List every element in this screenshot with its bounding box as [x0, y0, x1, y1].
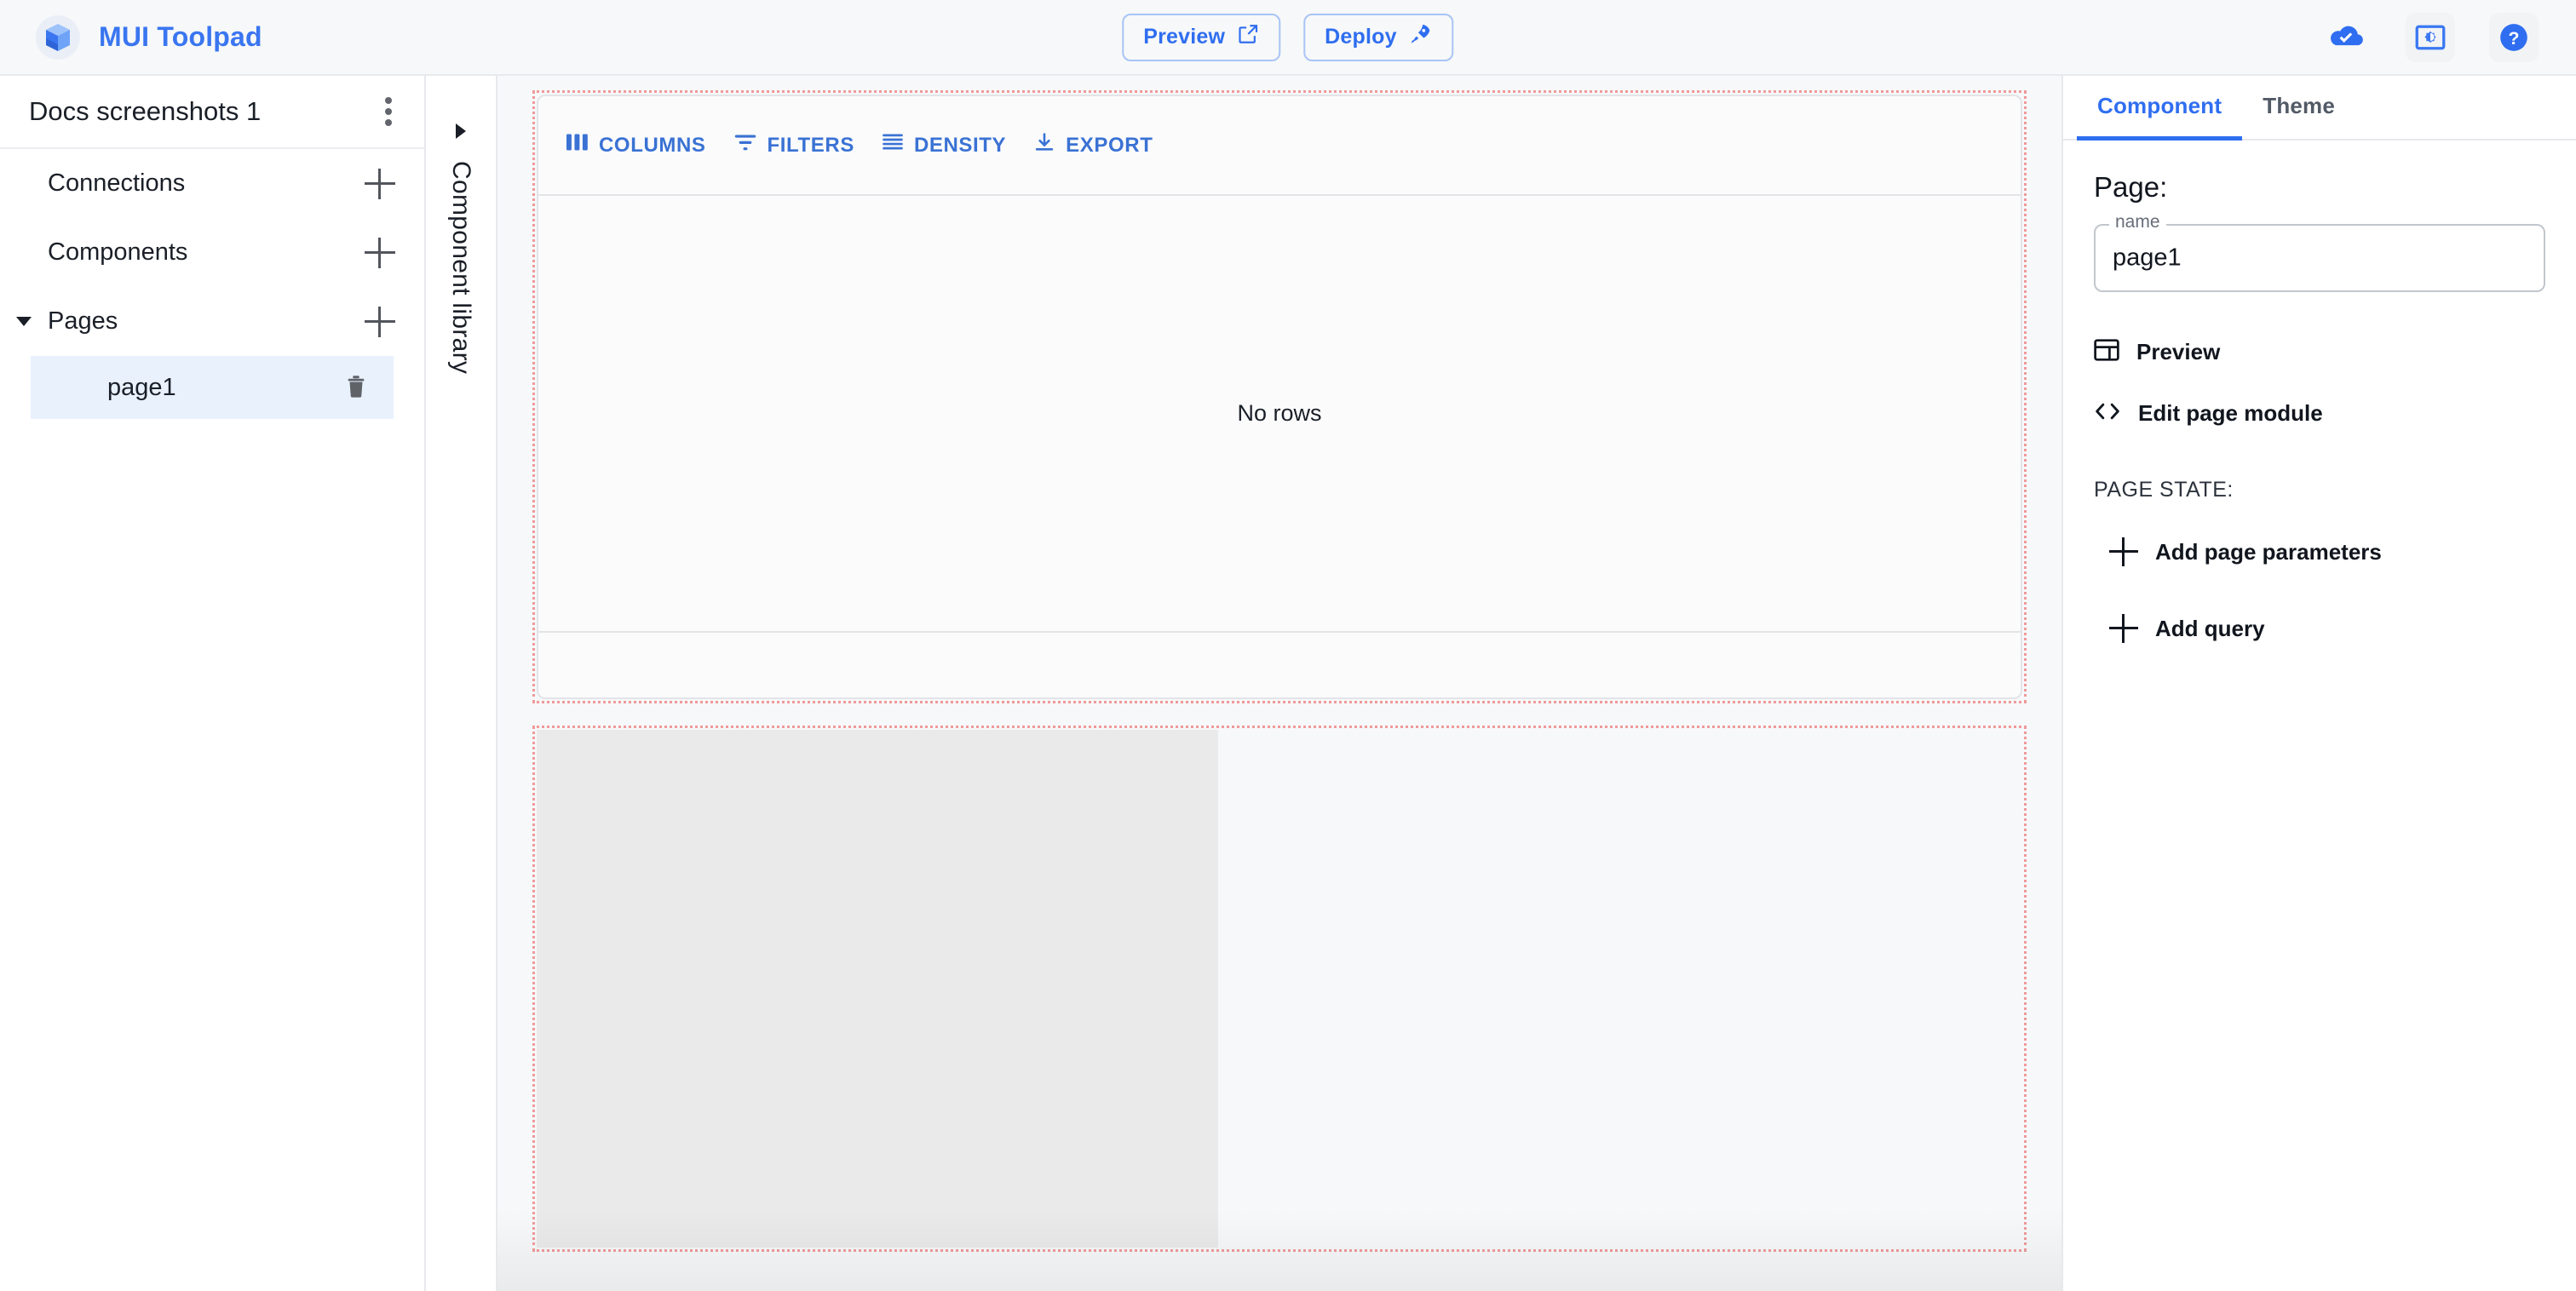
- datagrid-node[interactable]: COLUMNS FILTERS DENSITY EXPORT No rows: [532, 90, 2027, 703]
- rocket-icon: [1409, 22, 1433, 52]
- export-button[interactable]: EXPORT: [1025, 125, 1161, 165]
- sidebar-item-components[interactable]: Components: [0, 218, 424, 287]
- plus-icon: [2109, 537, 2138, 566]
- filters-button-label: FILTERS: [767, 133, 854, 157]
- layout-row: [537, 730, 2022, 1248]
- sidebar-item-label: Pages: [48, 307, 118, 335]
- header-actions: Preview Deploy: [1122, 13, 1454, 61]
- more-vertical-icon[interactable]: [378, 90, 399, 133]
- datagrid-toolbar: COLUMNS FILTERS DENSITY EXPORT: [538, 96, 2021, 196]
- datagrid-empty-message: No rows: [1237, 400, 1322, 426]
- canvas-content: COLUMNS FILTERS DENSITY EXPORT No rows: [497, 76, 2061, 1252]
- header-status-icons: ?: [2322, 12, 2539, 62]
- export-button-label: EXPORT: [1066, 133, 1153, 157]
- density-icon: [882, 133, 904, 158]
- code-brackets-icon: [2094, 400, 2121, 427]
- app-name: Docs screenshots 1: [29, 96, 262, 126]
- preview-button-label: Preview: [1143, 25, 1226, 49]
- add-query-label: Add query: [2155, 615, 2265, 641]
- toolpad-logo-icon: [36, 14, 80, 60]
- caret-right-icon[interactable]: [456, 123, 466, 139]
- add-query-action[interactable]: Add query: [2094, 598, 2545, 659]
- page-name-legend: name: [2109, 212, 2166, 232]
- sidebar-item-connections[interactable]: Connections: [0, 149, 424, 218]
- layout-row-node[interactable]: [532, 726, 2027, 1252]
- help-circle-icon[interactable]: ?: [2489, 12, 2539, 62]
- add-page-parameters-label: Add page parameters: [2155, 538, 2382, 565]
- sidebar-item-label: Connections: [48, 169, 186, 197]
- edit-page-module-label: Edit page module: [2138, 399, 2323, 426]
- page-canvas: COLUMNS FILTERS DENSITY EXPORT No rows: [497, 76, 2061, 1291]
- datagrid-body: No rows: [538, 196, 2021, 633]
- app-header: MUI Toolpad Preview Deploy ?: [0, 0, 2576, 76]
- settings-brightness-icon[interactable]: [2406, 12, 2455, 62]
- component-library-rail[interactable]: Component library: [426, 76, 497, 1291]
- datagrid-footer: [538, 633, 2021, 697]
- editor-body: Docs screenshots 1 Connections Component…: [0, 76, 2576, 1291]
- data-grid[interactable]: COLUMNS FILTERS DENSITY EXPORT No rows: [537, 95, 2022, 699]
- add-page-parameters-action[interactable]: Add page parameters: [2094, 521, 2545, 582]
- inspector-body: Page: name page1 Preview Edit page modul…: [2063, 141, 2576, 659]
- preview-button[interactable]: Preview: [1122, 13, 1281, 61]
- trash-icon[interactable]: [344, 373, 368, 403]
- density-button-label: DENSITY: [913, 133, 1007, 157]
- filter-icon: [733, 133, 757, 158]
- open-in-new-icon: [1237, 23, 1259, 51]
- page-state-label: PAGE STATE:: [2094, 478, 2234, 502]
- add-connection-button[interactable]: [361, 165, 399, 203]
- caret-down-icon[interactable]: [0, 317, 48, 326]
- tab-theme[interactable]: Theme: [2242, 76, 2355, 141]
- columns-icon: [566, 133, 589, 158]
- toolpad-editor: MUI Toolpad Preview Deploy ? Docs screen…: [0, 0, 2576, 1291]
- preview-page-action[interactable]: Preview: [2094, 321, 2545, 382]
- left-sidebar: Docs screenshots 1 Connections Component…: [0, 76, 426, 1291]
- add-page-button[interactable]: [361, 303, 399, 341]
- deploy-button-label: Deploy: [1325, 25, 1397, 49]
- svg-text:?: ?: [2508, 28, 2519, 49]
- web-asset-icon: [2094, 338, 2119, 365]
- edit-page-module-action[interactable]: Edit page module: [2094, 382, 2545, 444]
- columns-button[interactable]: COLUMNS: [558, 126, 715, 164]
- density-button[interactable]: DENSITY: [873, 126, 1015, 164]
- preview-page-label: Preview: [2136, 338, 2221, 364]
- page-name-value[interactable]: page1: [2113, 244, 2182, 273]
- add-component-button[interactable]: [361, 234, 399, 272]
- filters-button[interactable]: FILTERS: [725, 126, 863, 164]
- plus-icon: [2109, 614, 2138, 643]
- page-title: Page:: [2094, 171, 2168, 203]
- sidebar-item-pages[interactable]: Pages: [0, 287, 424, 356]
- placeholder-block-right[interactable]: [1218, 730, 2022, 1248]
- cloud-done-icon[interactable]: [2322, 13, 2372, 62]
- brand[interactable]: MUI Toolpad: [0, 14, 262, 60]
- columns-button-label: COLUMNS: [599, 133, 706, 157]
- download-icon: [1033, 132, 1055, 158]
- app-header-row: Docs screenshots 1: [0, 76, 424, 149]
- tab-component[interactable]: Component: [2077, 76, 2243, 141]
- component-library-label: Component library: [447, 161, 475, 375]
- brand-title: MUI Toolpad: [99, 21, 262, 52]
- inspector-panel: Component Theme Page: name page1 Preview…: [2061, 76, 2576, 1291]
- sidebar-item-page1[interactable]: page1: [31, 356, 394, 419]
- deploy-button[interactable]: Deploy: [1303, 13, 1454, 61]
- sidebar-item-label: Components: [48, 238, 188, 266]
- page-item-label: page1: [107, 373, 176, 401]
- page-name-field[interactable]: name page1: [2094, 212, 2545, 292]
- inspector-tabs: Component Theme: [2063, 76, 2576, 141]
- placeholder-block-left[interactable]: [537, 730, 1218, 1248]
